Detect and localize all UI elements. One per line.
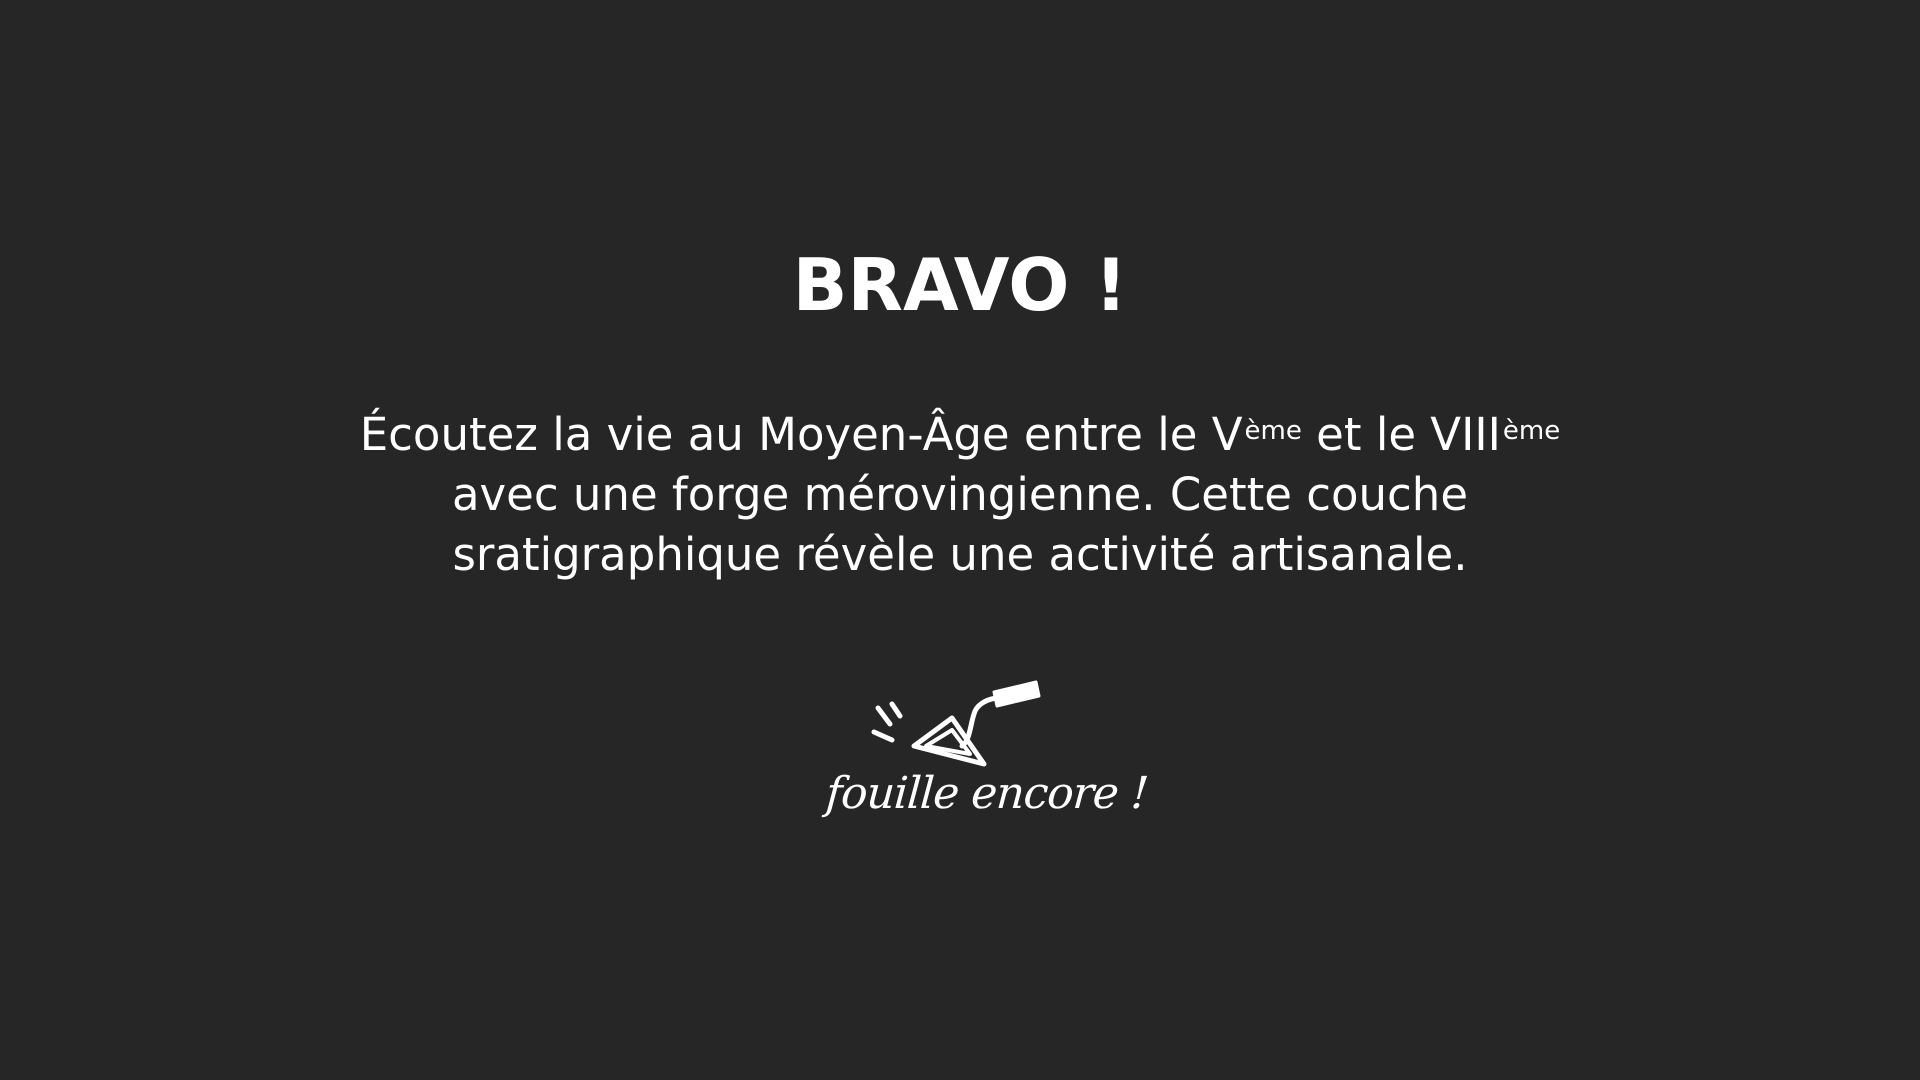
result-message: Écoutez la vie au Moyen-Âge entre le Vèm… xyxy=(260,405,1660,585)
message-text: avec une forge mérovingienne. Cette couc… xyxy=(451,468,1469,521)
message-text: et le VIII xyxy=(1301,408,1501,461)
message-superscript: ème xyxy=(1244,416,1302,446)
message-text: Écoutez la vie au Moyen-Âge entre le V xyxy=(359,408,1243,461)
dig-again-label: fouille encore ! xyxy=(824,768,1150,819)
message-superscript: ème xyxy=(1502,416,1561,446)
trowel-icon xyxy=(871,680,1041,767)
page-title: BRAVO ! xyxy=(792,243,1128,327)
dig-again-button[interactable]: fouille encore ! xyxy=(824,680,1150,830)
message-text: sratigraphique révèle une activité artis… xyxy=(452,528,1468,581)
